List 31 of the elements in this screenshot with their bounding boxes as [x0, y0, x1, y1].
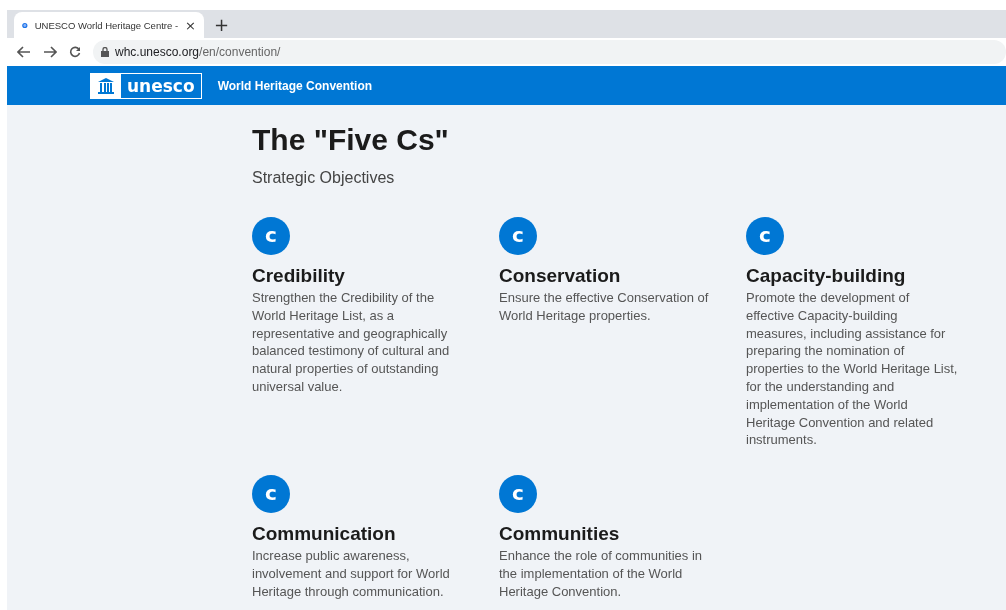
objective-description: Increase public awareness, involvement and support for World Heritage through communication.	[252, 547, 451, 601]
letter-badge: c	[499, 475, 537, 514]
objective-description: Enhance the role of communities in the implementation of the World Heritage Convention.	[499, 547, 704, 601]
back-icon[interactable]	[17, 46, 31, 58]
objective-description: Strengthen the Credibility of the World Heritage List, as a representative and geographically balanced testimony of cultural and natural properties of outstanding universal value.	[252, 289, 451, 396]
unesco-logo[interactable]: unesco	[90, 72, 202, 99]
letter-badge: c	[499, 217, 537, 255]
forward-icon[interactable]	[43, 46, 57, 58]
objective-title: Communication	[252, 523, 397, 546]
objective-title: Credibility	[252, 265, 346, 287]
letter-badge: c	[252, 475, 290, 514]
page-subtitle: Strategic Objectives	[252, 169, 396, 187]
page-title: The "Five Cs"	[252, 123, 450, 157]
url-host: whc.unesco.org	[115, 45, 200, 59]
site-title[interactable]: World Heritage Convention	[217, 78, 373, 93]
browser-tab[interactable]: UNESCO World Heritage Centre - ×	[14, 12, 204, 38]
letter-badge: c	[252, 217, 290, 255]
reload-icon[interactable]	[69, 46, 81, 58]
temple-icon	[97, 77, 115, 94]
objective-title: Conservation	[499, 265, 622, 287]
objective-title: Communities	[499, 523, 621, 546]
close-icon[interactable]: ×	[185, 17, 196, 33]
objective-title: Capacity-building	[746, 265, 907, 287]
objective-description: Ensure the effective Conservation of World Heritage properties.	[499, 289, 710, 325]
letter-badge: c	[746, 217, 784, 255]
url-path: /en/convention/	[199, 45, 281, 59]
tab-title: UNESCO World Heritage Centre -	[34, 19, 179, 31]
address-bar[interactable]: whc.unesco.org/en/convention/	[93, 40, 1006, 64]
objective-description: Promote the development of effective Capacity-building measures, including assistance for preparing the nomination of properties to the World Heritage List, for the understanding and implementation of the World Heritage Convention and related instruments.	[746, 289, 958, 450]
new-tab-button[interactable]: +	[214, 13, 230, 35]
lock-icon	[101, 47, 109, 57]
